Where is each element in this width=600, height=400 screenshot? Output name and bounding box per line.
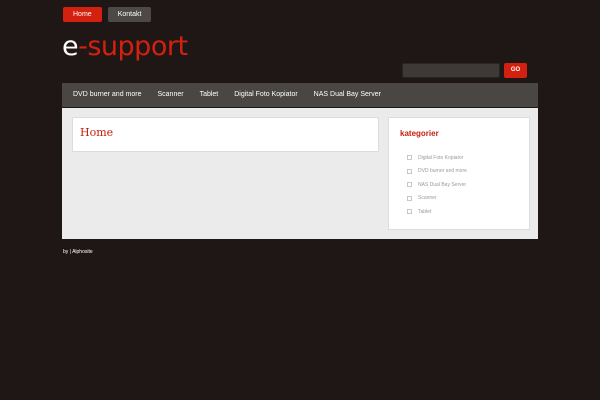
logo-prefix: e [62,31,79,62]
menu-item-dvd-burner[interactable]: DVD burner and more [62,83,149,107]
square-bullet-icon [407,168,412,174]
sidebar-widget: kategorier Digital Foto Kopiator DVD bur… [388,117,530,230]
category-item-tablet[interactable]: Tablet [407,205,467,219]
main-content-box: Home [72,117,379,152]
category-item-scanner[interactable]: Scanner [407,192,467,206]
category-item-digital-foto-kopiator[interactable]: Digital Foto Kopiator [407,151,467,165]
menu-item-tablet[interactable]: Tablet [192,83,227,107]
home-button[interactable]: Home [63,7,102,22]
category-list: Digital Foto Kopiator DVD burner and mor… [407,151,467,219]
footer-credits: by | Alphosite [63,249,93,255]
logo-rest: -support [78,31,188,62]
search-go-button[interactable]: GO [504,63,527,78]
category-item-dvd-burner[interactable]: DVD burner and more [407,165,467,179]
square-bullet-icon [407,155,412,161]
category-label: DVD burner and more [418,168,467,175]
category-label: Scanner [418,195,437,202]
menu-item-scanner[interactable]: Scanner [149,83,191,107]
square-bullet-icon [407,182,412,188]
category-label: Tablet [418,208,432,215]
square-bullet-icon [407,195,412,201]
top-nav: Home Kontakt [63,7,152,22]
search-input[interactable] [402,63,500,78]
category-item-nas-dual-bay-server[interactable]: NAS Dual Bay Server [407,178,467,192]
sidebar-title: kategorier [400,129,439,138]
menu-item-digital-foto-kopiator[interactable]: Digital Foto Kopiator [226,83,305,107]
page: Home Kontakt e-support GO DVD burner and… [0,0,600,400]
page-title: Home [80,126,114,139]
category-label: Digital Foto Kopiator [418,154,464,161]
menu-item-nas-dual-bay-server[interactable]: NAS Dual Bay Server [306,83,389,107]
content-area: Home kategorier Digital Foto Kopiator DV… [62,108,538,239]
category-label: NAS Dual Bay Server [418,181,467,188]
square-bullet-icon [407,209,412,215]
site-logo[interactable]: e-support [62,30,188,64]
kontakt-button[interactable]: Kontakt [107,7,152,22]
main-menu: DVD burner and more Scanner Tablet Digit… [62,83,538,107]
